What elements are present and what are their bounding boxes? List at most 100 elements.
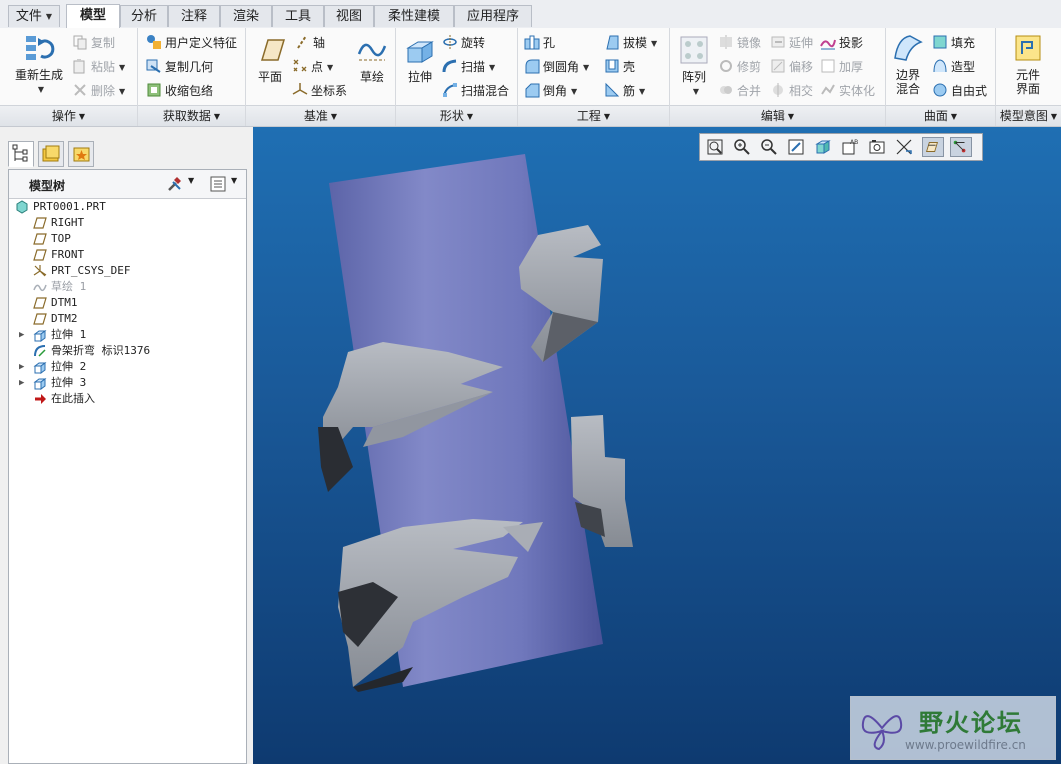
mirror-button[interactable]: 镜像 bbox=[718, 34, 761, 51]
rib-button[interactable]: 筋 ▼ bbox=[604, 82, 645, 99]
boundary-blend-button[interactable]: 边界混合 bbox=[888, 32, 928, 96]
datum-axis-button[interactable]: 轴 bbox=[294, 34, 325, 51]
datum-display-button[interactable] bbox=[922, 137, 944, 157]
chevron-down-icon: ▼ bbox=[213, 112, 221, 121]
group-label-datum[interactable]: 基准 ▼ bbox=[246, 105, 395, 126]
trim-button[interactable]: 修剪 bbox=[718, 58, 761, 75]
round-button[interactable]: 倒圆角 ▼ bbox=[524, 58, 589, 75]
list-icon bbox=[210, 176, 226, 192]
favorites-tab[interactable] bbox=[68, 141, 94, 167]
tab-analysis[interactable]: 分析 bbox=[120, 5, 168, 27]
tree-item[interactable]: 草绘 1 bbox=[9, 279, 246, 295]
folder-browser-tab[interactable] bbox=[38, 141, 64, 167]
tab-flexible-modeling[interactable]: 柔性建模 bbox=[374, 5, 454, 27]
delete-button[interactable]: 删除 ▼ bbox=[72, 82, 125, 99]
tree-item[interactable]: DTM2 bbox=[9, 311, 246, 327]
shell-icon bbox=[605, 59, 619, 73]
display-style-button[interactable] bbox=[813, 137, 835, 157]
tree-settings-button[interactable]: ▼ bbox=[166, 175, 204, 193]
saved-views-button[interactable]: AB bbox=[840, 137, 862, 157]
pattern-icon bbox=[680, 36, 708, 64]
freestyle-button[interactable]: 自由式 bbox=[932, 82, 987, 99]
watermark-url: www.proewildfire.cn bbox=[905, 738, 1026, 752]
thicken-button[interactable]: 加厚 bbox=[820, 58, 863, 75]
copy-geometry-button[interactable]: 复制几何 bbox=[146, 58, 213, 75]
tab-tools[interactable]: 工具 bbox=[272, 5, 324, 27]
zoom-in-button[interactable] bbox=[732, 137, 754, 157]
regenerate-button[interactable]: 重新生成 ▼ bbox=[10, 32, 68, 97]
udf-button[interactable]: 用户定义特征 bbox=[146, 34, 237, 51]
tree-item[interactable]: 在此插入 bbox=[9, 391, 246, 407]
perspective-button[interactable] bbox=[894, 137, 916, 157]
tab-file[interactable]: 文件 ▼ bbox=[8, 5, 60, 27]
navigator-panel: 模型树 ▼ ▼ PRT0001.PRT RIGHT TOP FRONT PRT_CSYS… bbox=[0, 127, 253, 764]
solidify-button[interactable]: 实体化 bbox=[820, 82, 875, 99]
model-tree-tab[interactable] bbox=[8, 141, 34, 167]
graphics-window[interactable]: AB 野火论坛 www.proewildfire.cn bbox=[253, 127, 1061, 764]
tree-item[interactable]: ▶ 拉伸 2 bbox=[9, 359, 246, 375]
tree-item[interactable]: PRT0001.PRT bbox=[9, 199, 246, 215]
tab-annotate[interactable]: 注释 bbox=[168, 5, 220, 27]
sketch-button[interactable]: 草绘 bbox=[352, 34, 392, 84]
component-interface-button[interactable]: 元件界面 bbox=[1008, 32, 1048, 96]
tree-item[interactable]: ▶ 拉伸 3 bbox=[9, 375, 246, 391]
group-label-shapes[interactable]: 形状 ▼ bbox=[396, 105, 517, 126]
group-surfaces: 边界混合 填充 造型 自由式 曲面 ▼ bbox=[886, 28, 996, 126]
revolve-icon bbox=[443, 35, 457, 49]
csys-icon bbox=[33, 264, 47, 278]
view-manager-button[interactable] bbox=[867, 137, 889, 157]
extrude-button[interactable]: 拉伸 bbox=[400, 34, 440, 84]
tree-item[interactable]: RIGHT bbox=[9, 215, 246, 231]
zoom-out-button[interactable] bbox=[759, 137, 781, 157]
expand-toggle-icon[interactable]: ▶ bbox=[19, 375, 24, 391]
paste-button[interactable]: 粘贴 ▼ bbox=[72, 58, 125, 75]
fill-button[interactable]: 填充 bbox=[932, 34, 975, 51]
group-label-operations[interactable]: 操作 ▼ bbox=[0, 105, 137, 126]
copy-button[interactable]: 复制 bbox=[72, 34, 115, 51]
chevron-down-icon: ▼ bbox=[37, 85, 45, 94]
style-button[interactable]: 造型 bbox=[932, 58, 975, 75]
group-label-get-data[interactable]: 获取数据 ▼ bbox=[138, 105, 245, 126]
expand-toggle-icon[interactable]: ▶ bbox=[19, 359, 24, 375]
repaint-icon bbox=[788, 139, 804, 155]
tab-model[interactable]: 模型 bbox=[66, 4, 120, 28]
group-label-model-intent[interactable]: 模型意图 ▼ bbox=[996, 105, 1061, 126]
shell-button[interactable]: 壳 bbox=[604, 58, 635, 75]
project-button[interactable]: 投影 bbox=[820, 34, 863, 51]
group-label-editing[interactable]: 编辑 ▼ bbox=[670, 105, 885, 126]
intersect-button[interactable]: 相交 bbox=[770, 82, 813, 99]
tab-render[interactable]: 渲染 bbox=[220, 5, 272, 27]
tab-applications[interactable]: 应用程序 bbox=[454, 5, 532, 27]
extrude-icon bbox=[33, 376, 47, 390]
pattern-button[interactable]: 阵列 ▼ bbox=[674, 34, 714, 99]
tree-item[interactable]: ▶ 拉伸 1 bbox=[9, 327, 246, 343]
part-icon bbox=[15, 200, 29, 214]
merge-button[interactable]: 合并 bbox=[718, 82, 761, 99]
tree-item[interactable]: 骨架折弯 标识1376 bbox=[9, 343, 246, 359]
sweep-button[interactable]: 扫描 ▼ bbox=[442, 58, 495, 75]
datum-csys-button[interactable]: 坐标系 bbox=[292, 82, 347, 99]
tree-item[interactable]: DTM1 bbox=[9, 295, 246, 311]
extend-button[interactable]: 延伸 bbox=[770, 34, 813, 51]
expand-toggle-icon[interactable]: ▶ bbox=[19, 327, 24, 343]
shrinkwrap-button[interactable]: 收缩包络 bbox=[146, 82, 213, 99]
ribbon: 重新生成 ▼ 复制 粘贴 ▼ 删除 ▼ 操作 ▼ 用户定义特征 复制几何 收缩包络 获… bbox=[0, 28, 1061, 127]
datum-plane-button[interactable]: 平面 bbox=[250, 34, 290, 84]
datum-point-button[interactable]: 点 ▼ bbox=[292, 58, 333, 75]
tab-view[interactable]: 视图 bbox=[324, 5, 374, 27]
hole-button[interactable]: 孔 bbox=[524, 34, 555, 51]
revolve-button[interactable]: 旋转 bbox=[442, 34, 485, 51]
offset-button[interactable]: 偏移 bbox=[770, 58, 813, 75]
swept-blend-button[interactable]: 扫描混合 bbox=[442, 82, 509, 99]
group-label-surfaces[interactable]: 曲面 ▼ bbox=[886, 105, 995, 126]
tree-item[interactable]: PRT_CSYS_DEF bbox=[9, 263, 246, 279]
tree-item[interactable]: FRONT bbox=[9, 247, 246, 263]
group-label-engineering[interactable]: 工程 ▼ bbox=[518, 105, 669, 126]
refit-button[interactable] bbox=[705, 137, 727, 157]
repaint-button[interactable] bbox=[786, 137, 808, 157]
annotation-display-button[interactable] bbox=[950, 137, 972, 157]
tree-item[interactable]: TOP bbox=[9, 231, 246, 247]
tree-show-button[interactable]: ▼ bbox=[209, 175, 245, 193]
draft-button[interactable]: 拔模 ▼ bbox=[604, 34, 657, 51]
chamfer-button[interactable]: 倒角 ▼ bbox=[524, 82, 577, 99]
